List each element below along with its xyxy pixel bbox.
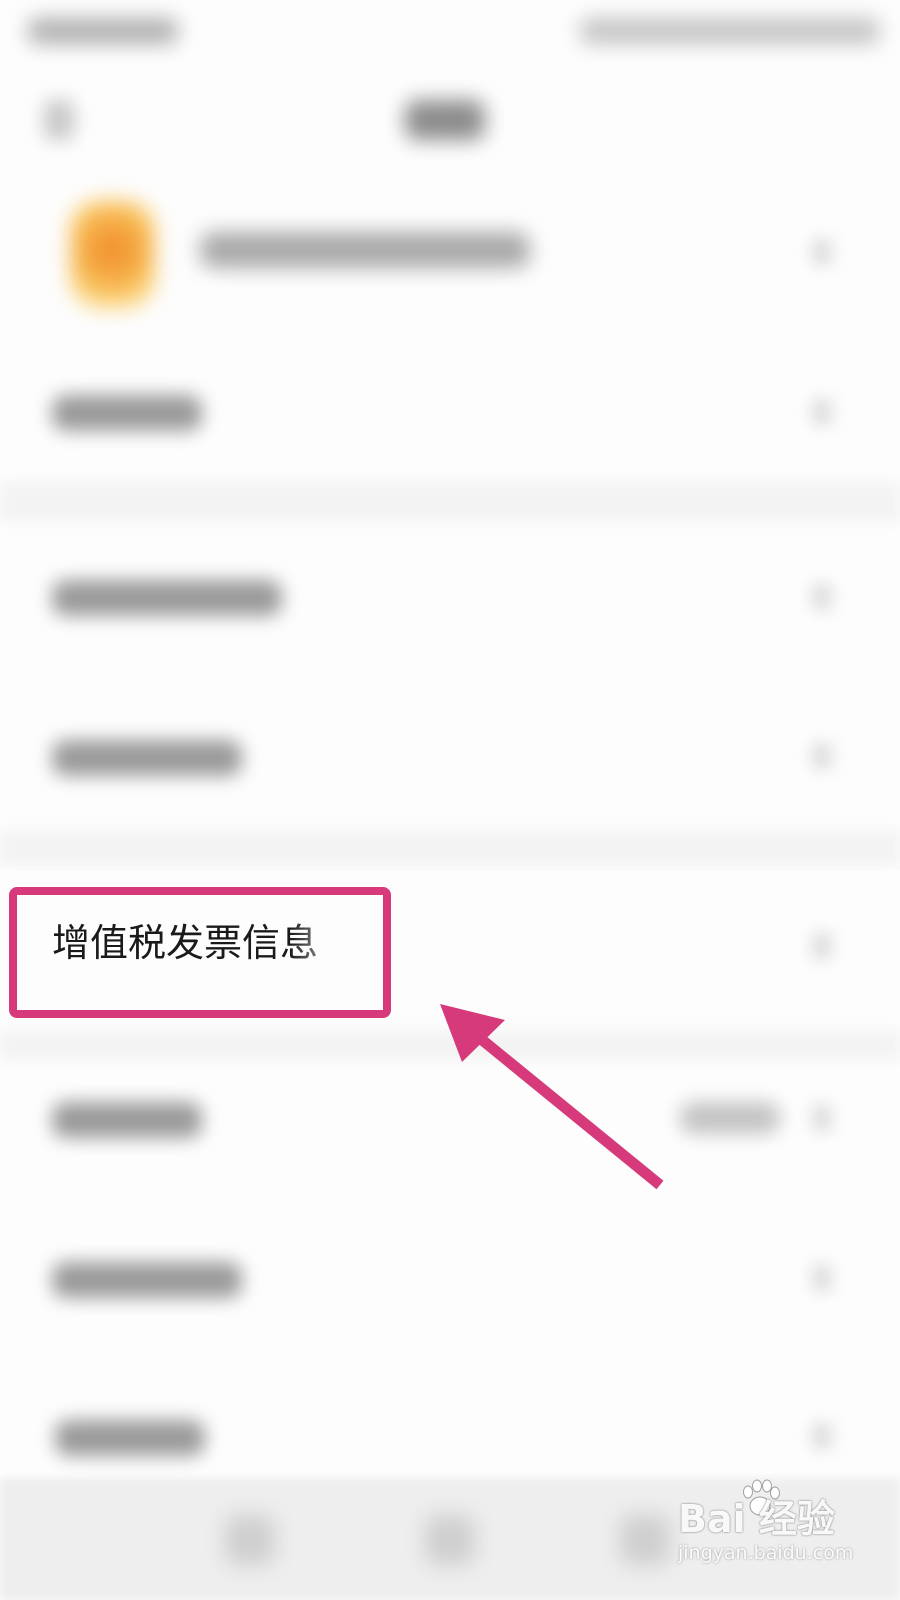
arrow-up-left-icon: [466, 1025, 664, 1190]
baidu-jingyan-watermark: Bai 经验 jingyan.baidu.com: [678, 1478, 878, 1588]
watermark-brand: Bai 经验: [678, 1497, 835, 1541]
settings-screen: 增值税发票信息 Bai 经验 jingyan.baidu.com: [0, 0, 900, 1600]
watermark-url: jingyan.baidu.com: [678, 1542, 854, 1564]
annotation-arrow: [440, 1004, 664, 1190]
